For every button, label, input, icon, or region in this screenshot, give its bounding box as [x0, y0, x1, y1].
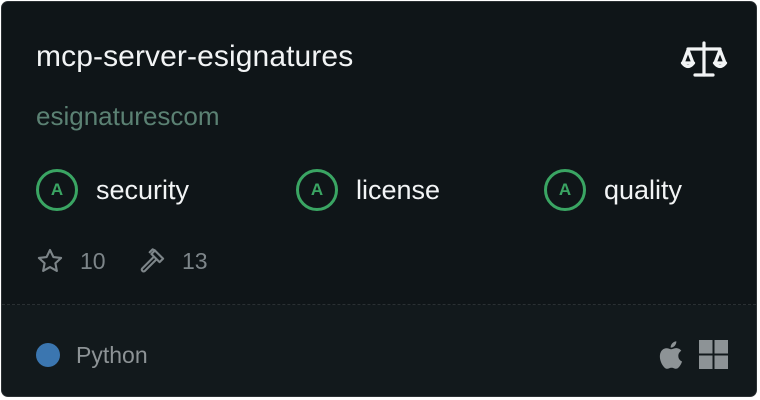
stars-count: 10 — [80, 247, 106, 274]
apple-icon — [659, 341, 683, 369]
windows-icon — [699, 340, 728, 369]
scale-icon — [680, 41, 728, 77]
tools-count: 13 — [182, 247, 208, 274]
server-name[interactable]: mcp-server-esignatures — [36, 40, 353, 74]
grade-security: A security — [36, 167, 189, 213]
grade-label: license — [356, 174, 441, 205]
star-icon — [37, 248, 63, 272]
grade-quality: A quality — [544, 167, 682, 213]
hammer-icon — [140, 248, 165, 273]
grade-label: quality — [604, 174, 683, 205]
grade-label: security — [96, 174, 190, 205]
tools-stat: 13 — [138, 244, 208, 278]
server-card[interactable]: mcp-server-esignatures esignaturescom A … — [1, 1, 757, 397]
language-color-dot — [36, 343, 60, 367]
language-label: Python — [76, 341, 148, 368]
card-body: mcp-server-esignatures esignaturescom A … — [2, 2, 756, 304]
grade-badge: A — [36, 169, 78, 211]
language-indicator: Python — [36, 338, 148, 372]
grade-license: A license — [296, 167, 440, 213]
grade-badge: A — [544, 169, 586, 211]
server-owner[interactable]: esignaturescom — [36, 101, 220, 132]
grade-badge: A — [296, 169, 338, 211]
stars-stat: 10 — [36, 244, 106, 278]
